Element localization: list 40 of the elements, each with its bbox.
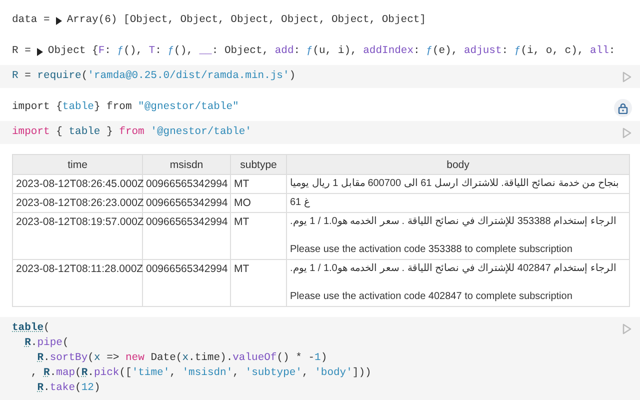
code-line: R.sortBy(x => new Date(x.time).valueOf() * -1)	[37, 351, 328, 366]
import-statement: import {table} from "@gnestor/table"	[12, 100, 239, 116]
code-line: table(	[12, 321, 50, 336]
column-header[interactable]: time	[12, 154, 142, 175]
column-header[interactable]: msisdn	[142, 154, 230, 175]
message-text: غ 61	[290, 196, 310, 210]
code-editor[interactable]: import { table } from '@gnestor/table'	[0, 121, 640, 144]
code-editor[interactable]: R = require('ramda@0.25.0/dist/ramda.min.js')	[0, 64, 640, 88]
message-text: Please use the activation code 353388 to complete subscription	[290, 243, 572, 258]
table-cell: 00966565342994	[142, 194, 230, 213]
code-editor[interactable]: table( R.pipe( R.sortBy(x => new Date(x.time).valueOf() * -1) , R.map(R.pick(['time', 'msisdn', 'subtype', 'body'])) R.take(12)	[0, 317, 640, 400]
message-text: .الرجاء إستخدام 353388 للإشتراك في نصائح اللياقة . سعر الخدمه هو1.0 / 1 يوم	[290, 215, 616, 230]
disclosure-triangle-icon[interactable]	[54, 16, 62, 25]
table-cell: 00966565342994	[142, 212, 230, 260]
code-line: R.take(12)	[37, 381, 100, 396]
table-cell: 2023-08-12T08:19:57.000Z	[12, 212, 142, 260]
table-cell: 2023-08-12T08:11:28.000Z	[12, 260, 142, 307]
code-line: , R.map(R.pick(['time', 'msisdn', 'subtype', 'body']))	[30, 366, 372, 382]
variable-name: data =	[12, 12, 50, 28]
value-preview: Array(6) [Object, Object, Object, Object, Object, Object]	[66, 12, 426, 28]
column-header[interactable]: body	[286, 154, 630, 175]
table-cell: MT	[230, 174, 286, 194]
message-text: .الرجاء إستخدام 402847 للإشتراك في نصائح اللياقة . سعر الخدمه هو1.0 / 1 يوم	[290, 262, 616, 276]
table-cell: MO	[230, 194, 286, 213]
table-cell: MT	[230, 260, 286, 307]
table-cell: MT	[230, 212, 286, 260]
disclosure-triangle-icon[interactable]	[36, 48, 43, 56]
code-line: R = require('ramda@0.25.0/dist/ramda.min.js')	[12, 68, 296, 84]
message-text: Please use the activation code 402847 to complete subscription	[290, 290, 572, 304]
code-line: R.pipe(	[24, 336, 69, 352]
column-header[interactable]: subtype	[230, 154, 286, 175]
value-preview: Object {F: ƒ(), T: ƒ(), __: Object, add: ƒ(u, i), addIndex: ƒ(e), adjust: ƒ(i, o, c), all:	[48, 44, 616, 60]
variable-name: R =	[12, 44, 31, 60]
table-cell: 2023-08-12T08:26:23.000Z	[12, 194, 142, 213]
table-cell: 00966565342994	[142, 260, 230, 307]
code-line: import { table } from '@gnestor/table'	[12, 125, 252, 140]
table-cell: 00966565342994	[142, 174, 230, 194]
table-cell: 2023-08-12T08:26:45.000Z	[12, 174, 142, 194]
message-text: بنجاح من خدمة نصائح اللياقة. للاشتراك ارسل 61 الى 600700 مقابل 1 ريال يوميا	[290, 177, 619, 192]
lock-icon[interactable]	[614, 99, 632, 118]
